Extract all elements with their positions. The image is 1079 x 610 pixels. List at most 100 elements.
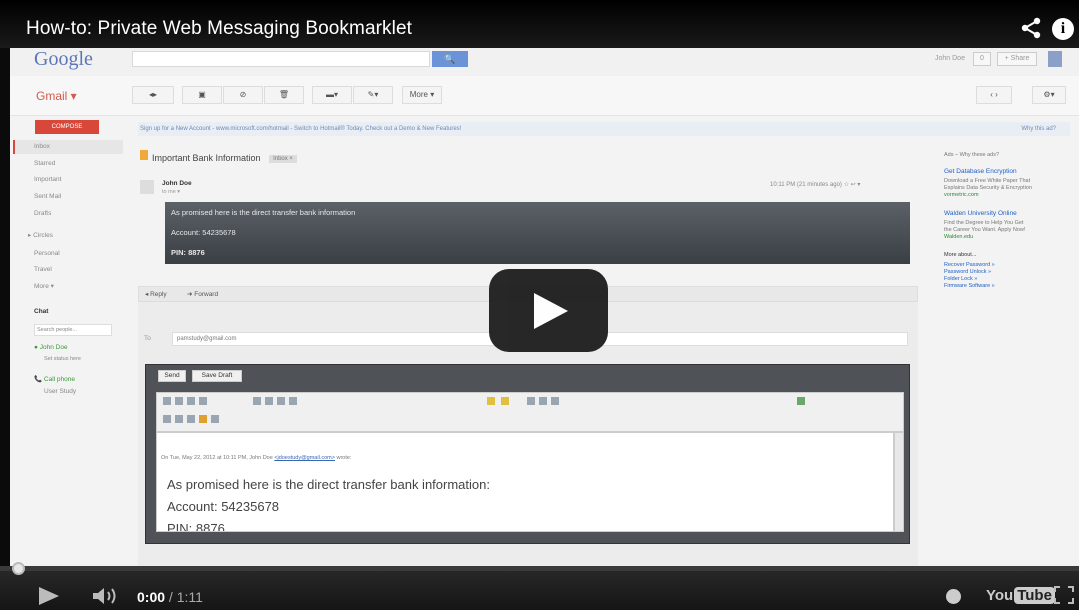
body-line-2: Account: 54235678: [167, 499, 280, 514]
format-tool-icon: [265, 397, 273, 405]
nav-important: Important: [34, 176, 62, 183]
sender-name: John Doe: [162, 180, 192, 187]
save-draft-button: Save Draft: [192, 370, 242, 382]
format-toolbar: [156, 392, 904, 432]
chat-status: Set status here: [44, 356, 81, 362]
subject-text: Important Bank Information: [152, 153, 261, 163]
body-line-3: PIN: 8876: [167, 521, 225, 532]
format-tool-icon: [211, 415, 219, 423]
toolbar-back: ◂▸: [132, 86, 174, 104]
gmail-toolbar: Gmail ▾ ◂▸ ▣ ⊘ 🗑 ▬▾ ✎▾ More ▾ ‹ › ⚙▾: [10, 76, 1079, 116]
ad-title-2: Walden University Online: [944, 210, 1017, 217]
play-overlay-button[interactable]: [489, 269, 608, 352]
message-line-2: Account: 54235678: [171, 228, 236, 237]
send-button: Send: [158, 370, 186, 382]
format-tool-icon: [163, 415, 171, 423]
ad-text-1a: Download a Free White Paper That: [944, 178, 1031, 184]
nav-inbox: Inbox: [34, 143, 50, 150]
youtube-logo[interactable]: You Tube: [986, 587, 1055, 604]
subject-tag: Inbox ×: [269, 154, 297, 163]
toolbar-more: More ▾: [402, 86, 442, 104]
format-tool-icon: [175, 415, 183, 423]
nav-travel: Travel: [34, 266, 52, 273]
bold-icon: [527, 397, 535, 405]
progress-bar[interactable]: [0, 566, 1079, 571]
ad-notice-why: Why this ad?: [1021, 126, 1056, 132]
toolbar-labels: ✎▾: [353, 86, 393, 104]
ad-text-2b: the Career You Want. Apply Now!: [944, 227, 1026, 233]
ad-notice-text: Sign up for a New Account - www.microsof…: [140, 126, 462, 132]
ad-url-2: Walden.edu: [944, 234, 974, 240]
time-display: 0:00 / 1:11: [137, 589, 203, 605]
important-marker-icon: [140, 150, 148, 160]
spellcheck-icon: [797, 397, 805, 405]
format-tool-icon: [199, 397, 207, 405]
ad-notice: Sign up for a New Account - www.microsof…: [138, 122, 1070, 136]
toolbar-archive: ▣: [182, 86, 222, 104]
rich-text-editor: Send Save Draft On Tue, May 22, 2012 at …: [145, 364, 910, 544]
chat-header: Chat: [34, 308, 49, 315]
format-tool-icon: [277, 397, 285, 405]
quote-suffix: wrote:: [334, 455, 352, 461]
sender-to: to me ▾: [162, 189, 181, 195]
control-bar: 0:00 / 1:11 You Tube: [0, 562, 1079, 610]
scrubber-handle[interactable]: [12, 562, 25, 575]
ad-text-2a: Find the Degree to Help You Get: [944, 220, 1024, 226]
more-link-4: Firmware Software »: [944, 283, 995, 289]
more-about: More about...: [944, 252, 977, 258]
more-link-3: Folder Lock »: [944, 276, 978, 282]
volume-icon[interactable]: [92, 586, 122, 606]
chat-user: ● John Doe: [34, 344, 68, 351]
message-line-1: As promised here is the direct transfer …: [171, 208, 356, 217]
editor-scrollbar: [894, 432, 904, 532]
video-title[interactable]: How-to: Private Web Messaging Bookmarkle…: [26, 18, 412, 40]
body-line-1: As promised here is the direct transfer …: [167, 477, 490, 492]
quote-prefix: On Tue, May 22, 2012 at 10:11 PM, John D…: [161, 455, 275, 461]
more-link-2: Password Unlock »: [944, 269, 992, 275]
video-title-bar: How-to: Private Web Messaging Bookmarkle…: [0, 0, 1079, 48]
chat-search: Search people...: [34, 324, 112, 336]
nav-personal: Personal: [34, 250, 60, 257]
play-icon[interactable]: [37, 586, 61, 606]
google-logo: Google: [34, 48, 93, 70]
google-header: Google 🔍 John Doe 0 + Share: [10, 48, 1079, 76]
settings-icon[interactable]: [946, 589, 961, 604]
fullscreen-icon[interactable]: [1054, 586, 1074, 604]
emoji-icon: [199, 415, 207, 423]
format-tool-icon: [175, 397, 183, 405]
ads-header: Ads – Why these ads?: [944, 152, 1000, 158]
video-player: How-to: Private Web Messaging Bookmarkle…: [0, 0, 1079, 610]
avatar: [1048, 51, 1062, 67]
gmail-label: Gmail ▾: [36, 89, 77, 103]
reply-body: On Tue, May 22, 2012 at 10:11 PM, John D…: [156, 432, 894, 532]
nav-more: More ▾: [34, 283, 54, 290]
search-button: 🔍: [432, 51, 468, 67]
ad-title-1: Get Database Encryption: [944, 168, 1017, 175]
quote-email: <jdoestudy@gmail.com>: [274, 455, 335, 461]
search-input: [132, 51, 430, 67]
format-tool-icon: [187, 397, 195, 405]
nav-sent: Sent Mail: [34, 193, 62, 200]
format-tool-icon: [289, 397, 297, 405]
reply-tab: ◂ Reply: [145, 291, 167, 298]
quote-header: On Tue, May 22, 2012 at 10:11 PM, John D…: [161, 455, 351, 461]
play-icon: [534, 293, 568, 329]
format-tool-icon: [253, 397, 261, 405]
message-subject: Important Bank Information Inbox ×: [152, 153, 297, 163]
message-meta: 10:11 PM (21 minutes ago) ☆ ↩ ▾: [770, 182, 861, 188]
youtube-logo-tube: Tube: [1014, 587, 1055, 604]
more-link-1: Recover Password »: [944, 262, 995, 268]
share-icon[interactable]: [1020, 17, 1042, 39]
nav-circles: ▸ Circles: [28, 232, 53, 239]
compose-button: COMPOSE: [35, 120, 99, 134]
message-line-3: PIN: 8876: [171, 248, 205, 257]
info-icon[interactable]: i: [1052, 18, 1074, 40]
current-time: 0:00: [137, 589, 166, 605]
underline-icon: [551, 397, 559, 405]
toolbar-delete: 🗑: [264, 86, 304, 104]
format-tool-icon: [163, 397, 171, 405]
format-tool-icon: [187, 415, 195, 423]
forward-tab: ➜ Forward: [187, 291, 219, 298]
share-button: + Share: [997, 52, 1037, 66]
chat-user-study: User Study: [44, 388, 77, 395]
